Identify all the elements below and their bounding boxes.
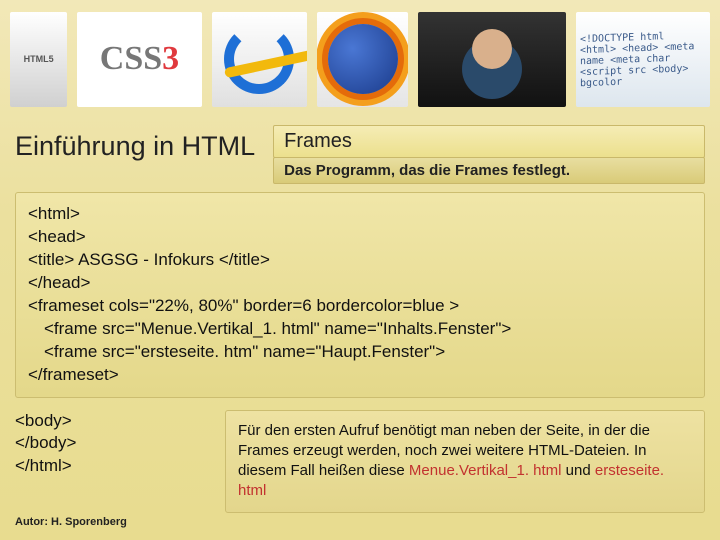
explanation-note: Für den ersten Aufruf benötigt man neben… — [225, 410, 705, 513]
speaker-photo-thumb — [418, 12, 566, 107]
section-subtitle: Das Programm, das die Frames festlegt. — [273, 157, 705, 184]
slide-title: Einführung in HTML — [15, 125, 273, 184]
ie-icon — [224, 24, 294, 94]
note-text: und — [562, 462, 595, 479]
code-block-main: <html> <head> <title> ASGSG - Infokurs <… — [15, 192, 705, 398]
html5-logo-thumb: HTML5 — [10, 12, 67, 107]
ie-logo-thumb — [212, 12, 308, 107]
header-image-row: HTML5 CSS3 <!DOCTYPE html <html> <head> … — [0, 0, 720, 110]
css3-text-suffix: 3 — [162, 40, 179, 78]
bottom-row: <body> </body> </html> Für den ersten Au… — [15, 410, 705, 513]
code-line: </html> — [15, 455, 215, 478]
firefox-logo-thumb — [317, 12, 408, 107]
css3-text-prefix: CSS — [100, 40, 162, 78]
code-line: <frame src="ersteseite. htm" name="Haupt… — [44, 341, 692, 364]
filename-1: Menue.Vertikal_1. html — [409, 462, 562, 479]
subheader: Einführung in HTML Frames Das Programm, … — [15, 125, 705, 184]
code-block-tail: <body> </body> </html> — [15, 410, 215, 513]
subheader-right: Frames Das Programm, das die Frames fest… — [273, 125, 705, 184]
code-line: </body> — [15, 432, 215, 455]
firefox-icon — [328, 24, 398, 94]
css3-logo-thumb: CSS3 — [77, 12, 201, 107]
code-line: <head> — [28, 226, 692, 249]
code-photo-thumb: <!DOCTYPE html <html> <head> <meta name … — [576, 12, 710, 107]
section-title: Frames — [273, 125, 705, 158]
code-line: <body> — [15, 410, 215, 433]
html5-caption: HTML5 — [24, 54, 54, 64]
code-scribble-text: <!DOCTYPE html <html> <head> <meta name … — [576, 25, 710, 93]
code-line: </frameset> — [28, 364, 692, 387]
author-footer: Autor: H. Sporenberg — [15, 516, 127, 528]
code-line: <frameset cols="22%, 80%" border=6 borde… — [28, 295, 692, 318]
person-icon — [472, 29, 512, 69]
code-line: <title> ASGSG - Infokurs </title> — [28, 249, 692, 272]
code-line: </head> — [28, 272, 692, 295]
code-line: <frame src="Menue.Vertikal_1. html" name… — [44, 318, 692, 341]
code-line: <html> — [28, 203, 692, 226]
